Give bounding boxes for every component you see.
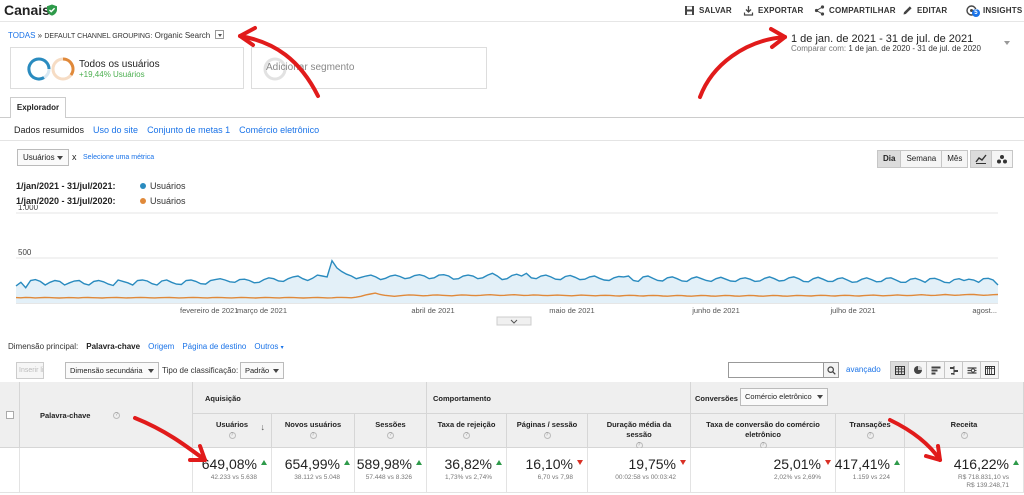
arrow-to-revenue-value-icon bbox=[888, 418, 942, 462]
arrow-to-grouping-icon bbox=[238, 26, 320, 98]
arrow-to-users-value-icon bbox=[133, 416, 207, 462]
annotation-arrows bbox=[133, 26, 942, 462]
arrow-to-date-range-icon bbox=[698, 27, 787, 99]
